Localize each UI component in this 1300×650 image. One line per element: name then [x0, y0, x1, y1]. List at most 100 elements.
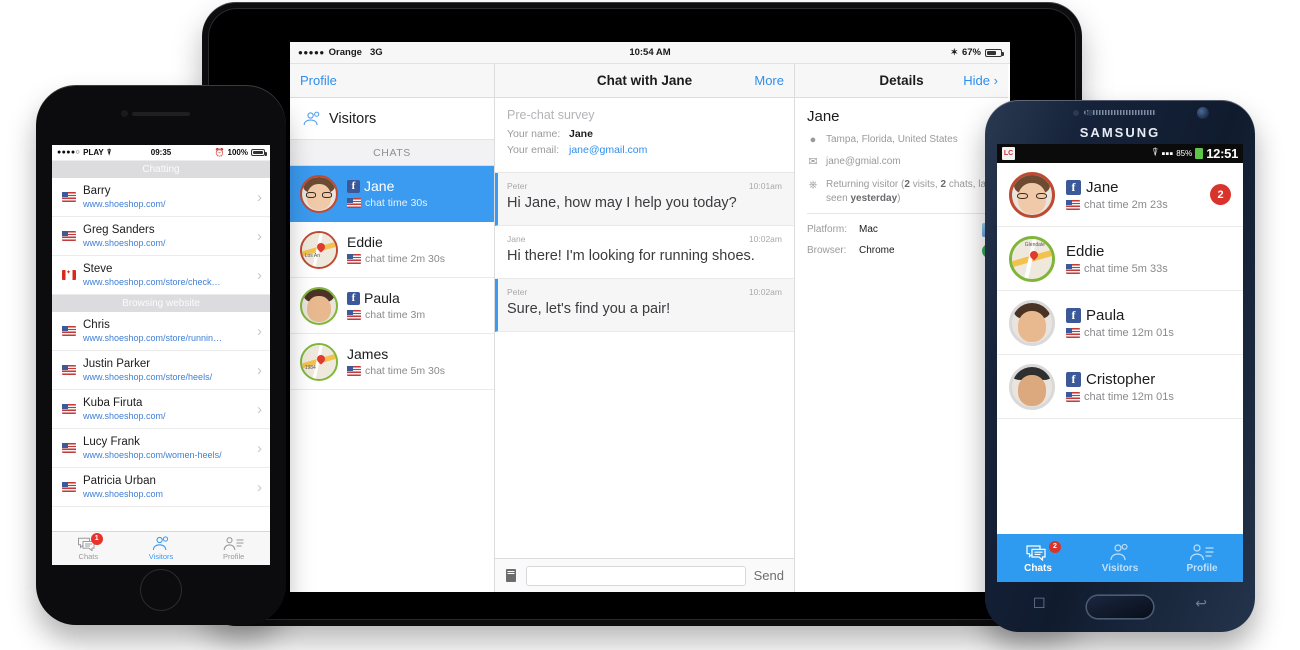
message-text: Hi Jane, how may I help you today?	[507, 195, 737, 211]
samsung-chat-list[interactable]: f Jane chat time 2m 23s 2 Glendale Eddie…	[997, 163, 1243, 534]
visitors-row[interactable]: Visitors	[290, 98, 494, 140]
survey-email-row: Your email: jane@gmail.com	[507, 144, 782, 156]
chat-list-item[interactable]: f Cristopher chat time 12m 01s	[997, 355, 1243, 419]
send-button[interactable]: Send	[754, 568, 784, 583]
flag-us-icon	[62, 365, 76, 375]
details-email-row: ✉ jane@gmial.com	[807, 155, 996, 170]
chat-list-item[interactable]: f Paula chat time 3m	[290, 278, 494, 334]
visitor-list[interactable]: Chatting Barry www.shoeshop.com/ › Greg …	[52, 161, 270, 531]
message-input[interactable]	[526, 565, 746, 586]
returning-visitor-text: Returning visitor (2 visits, 2 chats, la…	[826, 178, 996, 206]
message-text: Hi there! I'm looking for running shoes.	[507, 248, 755, 265]
hide-button[interactable]: Hide ›	[963, 73, 998, 88]
chevron-right-icon: ›	[257, 227, 262, 245]
flag-us-icon	[62, 231, 76, 241]
visitor-row[interactable]: Kuba Firuta www.shoeshop.com/ ›	[52, 390, 270, 429]
chat-name-row: f Cristopher	[1066, 371, 1174, 388]
tab-profile[interactable]: Profile	[1161, 543, 1243, 574]
chat-list-item[interactable]: Los An Eddie chat time 2m 30s	[290, 222, 494, 278]
survey-heading: Pre-chat survey	[507, 108, 595, 122]
chat-sub-row: chat time 5m 30s	[347, 365, 445, 377]
chat-name-row: f Jane	[347, 178, 427, 194]
visitor-row[interactable]: Justin Parker www.shoeshop.com/store/hee…	[52, 351, 270, 390]
chevron-right-icon: ›	[257, 266, 262, 284]
facebook-icon: f	[347, 291, 360, 305]
visitor-row[interactable]: Patricia Urban www.shoeshop.com ›	[52, 468, 270, 507]
chat-name: Eddie	[347, 234, 383, 250]
visitor-row[interactable]: Steve www.shoeshop.com/store/check… ›	[52, 256, 270, 295]
profile-link[interactable]: Profile	[300, 73, 337, 88]
chat-sub-row: chat time 12m 01s	[1066, 391, 1174, 403]
flag-us-icon	[62, 482, 76, 492]
chevron-right-icon: ›	[257, 400, 262, 418]
details-nav-bar: Details Hide ›	[795, 64, 1008, 98]
tab-chats[interactable]: 1 Chats	[52, 533, 125, 561]
back-button[interactable]: ↩	[1195, 595, 1207, 612]
chevron-right-icon: ›	[257, 361, 262, 379]
visitor-row[interactable]: Greg Sanders www.shoeshop.com/ ›	[52, 217, 270, 256]
chat-sub-row: chat time 2m 23s	[1066, 199, 1168, 211]
chat-name: Eddie	[1066, 242, 1105, 260]
samsung-home-button[interactable]	[1087, 596, 1153, 618]
iphone-home-button[interactable]	[140, 569, 182, 611]
visitor-url: www.shoeshop.com/	[83, 199, 166, 209]
chevron-right-icon: ›	[257, 439, 262, 457]
conversation-nav-bar: Chat with Jane More	[495, 64, 794, 98]
sidebar-nav-bar: Profile	[290, 64, 494, 98]
details-divider	[807, 212, 996, 214]
last-seen-value: yesterday	[850, 192, 898, 204]
livechat-app-icon: LC	[1002, 147, 1015, 160]
iphone-status-bar: ●●●●○ PLAY ⍒ 09:35 ⏰ 100%	[52, 145, 270, 161]
recents-button[interactable]: ☐	[1033, 595, 1046, 612]
chat-name: Cristopher	[1086, 370, 1156, 388]
chats-sidebar: Profile Visitors CHATS f Jane chat time …	[290, 64, 495, 592]
conversation-panel: Chat with Jane More Pre-chat survey Your…	[495, 64, 795, 592]
chat-list-item[interactable]: Glendale Eddie chat time 5m 33s	[997, 227, 1243, 291]
chat-list-item[interactable]: f Jane chat time 2m 23s 2	[997, 163, 1243, 227]
visitor-row[interactable]: Barry www.shoeshop.com/ ›	[52, 178, 270, 217]
survey-email-value[interactable]: jane@gmail.com	[569, 144, 647, 156]
chat-name-row: f Jane	[1066, 179, 1168, 196]
avatar: Los An	[300, 230, 338, 269]
browser-row: Browser: Chrome	[807, 243, 996, 258]
chat-time: chat time 3m	[365, 309, 426, 321]
visitor-row[interactable]: Lucy Frank www.shoeshop.com/women-heels/…	[52, 429, 270, 468]
browser-value: Chrome	[859, 245, 895, 257]
tab-visitors[interactable]: Visitors	[1079, 543, 1161, 574]
chat-name-row: Eddie	[347, 234, 445, 250]
ipad-columns: Profile Visitors CHATS f Jane chat time …	[290, 64, 1010, 592]
more-button[interactable]: More	[754, 73, 784, 88]
visitor-row[interactable]: Chris www.shoeshop.com/store/runnin… ›	[52, 312, 270, 351]
chat-sub-row: chat time 12m 01s	[1066, 327, 1174, 339]
iphone-device: ●●●●○ PLAY ⍒ 09:35 ⏰ 100% Chatting Barry…	[36, 85, 286, 625]
battery-percent: 67%	[961, 47, 981, 58]
facebook-icon: f	[1066, 307, 1081, 323]
details-returning-row: ⎈ Returning visitor (2 visits, 2 chats, …	[807, 178, 996, 206]
chevron-right-icon: ›	[257, 188, 262, 206]
chat-bubbles-icon	[1026, 544, 1046, 561]
flag-us-icon	[62, 326, 76, 336]
visitor-name: Jane	[807, 108, 840, 125]
survey-name-value: Jane	[569, 128, 593, 140]
chat-name-row: James	[347, 346, 445, 362]
chat-time: chat time 5m 30s	[365, 365, 445, 377]
chat-time: chat time 12m 01s	[1084, 390, 1174, 403]
section-header-browsing: Browsing website	[52, 295, 270, 312]
canned-response-icon[interactable]	[505, 568, 518, 583]
chat-list-item[interactable]: f Paula chat time 12m 01s	[997, 291, 1243, 355]
flag-us-icon	[347, 366, 361, 376]
visitors-icon	[152, 536, 169, 551]
chat-list-item[interactable]: f Jane chat time 30s	[290, 166, 494, 222]
visitor-url: www.shoeshop.com/store/check…	[83, 277, 221, 287]
chat-list-item[interactable]: 1984 James chat time 5m 30s	[290, 334, 494, 390]
message-meta: Jane 10:02am	[507, 234, 782, 244]
chat-name: Paula	[364, 290, 400, 306]
tab-chats[interactable]: 2 Chats	[997, 540, 1079, 574]
bluetooth-icon: ✶	[950, 47, 958, 57]
message-time: 10:02am	[748, 234, 782, 245]
avatar	[1009, 363, 1055, 410]
avatar: Glendale	[1009, 235, 1055, 282]
tab-profile[interactable]: Profile	[197, 536, 270, 561]
tab-visitors[interactable]: Visitors	[125, 536, 198, 561]
browser-label: Browser:	[807, 245, 847, 257]
